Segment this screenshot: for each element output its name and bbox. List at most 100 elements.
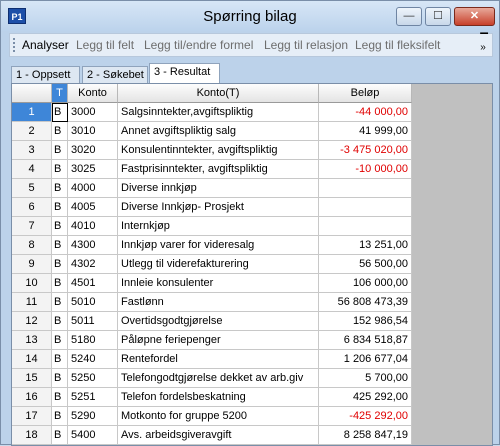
row-number-cell[interactable]: 12 xyxy=(12,312,52,331)
type-cell[interactable]: B xyxy=(52,236,68,255)
konto-cell[interactable]: 5010 xyxy=(68,293,118,312)
amount-cell[interactable]: 56 500,00 xyxy=(319,255,412,274)
amount-cell[interactable]: 41 999,00 xyxy=(319,122,412,141)
amount-cell[interactable] xyxy=(319,198,412,217)
amount-cell[interactable]: -425 292,00 xyxy=(319,407,412,426)
table-row[interactable]: 13 B 5180 Påløpne feriepenger 6 834 518,87 xyxy=(12,331,412,350)
konto-cell[interactable]: 5250 xyxy=(68,369,118,388)
row-number-cell[interactable]: 4 xyxy=(12,160,52,179)
konto-name-cell[interactable]: Innkjøp varer for videresalg xyxy=(118,236,319,255)
table-row[interactable]: 11 B 5010 Fastlønn 56 808 473,39 xyxy=(12,293,412,312)
type-cell[interactable]: B xyxy=(52,179,68,198)
column-header-konto[interactable]: Konto xyxy=(68,84,118,103)
type-cell[interactable]: B xyxy=(52,217,68,236)
konto-name-cell[interactable]: Annet avgiftspliktig salg xyxy=(118,122,319,141)
result-grid[interactable]: T Konto Konto(T) Beløp 1 B 3000 Salgsinntek… xyxy=(11,83,493,446)
konto-cell[interactable]: 4005 xyxy=(68,198,118,217)
amount-cell[interactable] xyxy=(319,217,412,236)
type-cell[interactable]: B xyxy=(52,350,68,369)
konto-cell[interactable]: 5251 xyxy=(68,388,118,407)
konto-cell[interactable]: 3025 xyxy=(68,160,118,179)
konto-name-cell[interactable]: Innleie konsulenter xyxy=(118,274,319,293)
amount-cell[interactable]: 13 251,00 xyxy=(319,236,412,255)
row-number-cell[interactable]: 7 xyxy=(12,217,52,236)
konto-name-cell[interactable]: Motkonto for gruppe 5200 xyxy=(118,407,319,426)
type-cell[interactable]: B xyxy=(52,426,68,445)
column-header-belop[interactable]: Beløp xyxy=(319,84,412,103)
konto-name-cell[interactable]: Diverse innkjøp xyxy=(118,179,319,198)
tab-oppsett[interactable]: 1 - Oppsett xyxy=(11,66,80,84)
add-field-button[interactable]: Legg til felt xyxy=(76,38,134,52)
table-row[interactable]: 16 B 5251 Telefon fordelsbeskatning 425 292,… xyxy=(12,388,412,407)
add-relation-button[interactable]: Legg til relasjon xyxy=(264,38,348,52)
type-cell[interactable]: B xyxy=(52,331,68,350)
konto-cell[interactable]: 3000 xyxy=(68,103,118,122)
konto-name-cell[interactable]: Avs. arbeidsgiveravgift xyxy=(118,426,319,445)
table-row[interactable]: 17 B 5290 Motkonto for gruppe 5200 -425 292,… xyxy=(12,407,412,426)
row-number-cell[interactable]: 16 xyxy=(12,388,52,407)
konto-name-cell[interactable]: Rentefordel xyxy=(118,350,319,369)
konto-name-cell[interactable]: Telefon fordelsbeskatning xyxy=(118,388,319,407)
row-number-cell[interactable]: 18 xyxy=(12,426,52,445)
konto-name-cell[interactable]: Påløpne feriepenger xyxy=(118,331,319,350)
column-header-t[interactable]: T xyxy=(52,84,68,103)
table-row[interactable]: 8 B 4300 Innkjøp varer for videresalg 13 251… xyxy=(12,236,412,255)
amount-cell[interactable]: -10 000,00 xyxy=(319,160,412,179)
row-number-cell[interactable]: 3 xyxy=(12,141,52,160)
type-cell[interactable]: B xyxy=(52,141,68,160)
row-number-cell[interactable]: 2 xyxy=(12,122,52,141)
konto-name-cell[interactable]: Konsulentinntekter, avgiftspliktig xyxy=(118,141,319,160)
konto-name-cell[interactable]: Fastlønn xyxy=(118,293,319,312)
konto-cell[interactable]: 4501 xyxy=(68,274,118,293)
row-number-cell[interactable]: 8 xyxy=(12,236,52,255)
amount-cell[interactable]: 425 292,00 xyxy=(319,388,412,407)
close-button[interactable]: ✕ xyxy=(454,7,495,26)
type-cell[interactable]: B xyxy=(52,388,68,407)
konto-cell[interactable]: 5180 xyxy=(68,331,118,350)
type-cell[interactable]: B xyxy=(52,312,68,331)
row-number-cell[interactable]: 15 xyxy=(12,369,52,388)
minimize-button[interactable]: — xyxy=(396,7,422,26)
konto-cell[interactable]: 3010 xyxy=(68,122,118,141)
konto-cell[interactable]: 5240 xyxy=(68,350,118,369)
konto-name-cell[interactable]: Fastprisinntekter, avgiftspliktig xyxy=(118,160,319,179)
row-number-cell[interactable]: 11 xyxy=(12,293,52,312)
table-row[interactable]: 7 B 4010 Internkjøp xyxy=(12,217,412,236)
amount-cell[interactable]: -3 475 020,00 xyxy=(319,141,412,160)
type-cell[interactable]: B xyxy=(52,122,68,141)
type-cell[interactable]: B xyxy=(52,407,68,426)
title-bar[interactable]: P1 Spørring bilag — ☐ ✕ xyxy=(1,1,499,31)
table-row[interactable]: 18 B 5400 Avs. arbeidsgiveravgift 8 258 847,… xyxy=(12,426,412,445)
konto-name-cell[interactable]: Internkjøp xyxy=(118,217,319,236)
type-cell[interactable]: B xyxy=(52,103,68,122)
konto-name-cell[interactable]: Telefongodtgjørelse dekket av arb.giv xyxy=(118,369,319,388)
table-row[interactable]: 12 B 5011 Overtidsgodtgjørelse 152 986,54 xyxy=(12,312,412,331)
amount-cell[interactable]: 1 206 677,04 xyxy=(319,350,412,369)
row-number-cell[interactable]: 6 xyxy=(12,198,52,217)
konto-cell[interactable]: 4300 xyxy=(68,236,118,255)
amount-cell[interactable]: 106 000,00 xyxy=(319,274,412,293)
konto-cell[interactable]: 3020 xyxy=(68,141,118,160)
table-row[interactable]: 14 B 5240 Rentefordel 1 206 677,04 xyxy=(12,350,412,369)
row-number-cell[interactable]: 9 xyxy=(12,255,52,274)
table-row[interactable]: 2 B 3010 Annet avgiftspliktig salg 41 999,00 xyxy=(12,122,412,141)
table-row[interactable]: 4 B 3025 Fastprisinntekter, avgiftspliktig -… xyxy=(12,160,412,179)
table-row[interactable]: 15 B 5250 Telefongodtgjørelse dekket av arb… xyxy=(12,369,412,388)
type-cell[interactable]: B xyxy=(52,369,68,388)
row-number-cell[interactable]: 13 xyxy=(12,331,52,350)
type-cell[interactable]: B xyxy=(52,198,68,217)
analyser-button[interactable]: Analyser xyxy=(22,38,69,52)
konto-cell[interactable]: 5290 xyxy=(68,407,118,426)
type-cell[interactable]: B xyxy=(52,255,68,274)
konto-name-cell[interactable]: Overtidsgodtgjørelse xyxy=(118,312,319,331)
maximize-button[interactable]: ☐ xyxy=(425,7,451,26)
table-row[interactable]: 3 B 3020 Konsulentinntekter, avgiftspliktig… xyxy=(12,141,412,160)
amount-cell[interactable]: 56 808 473,39 xyxy=(319,293,412,312)
table-row[interactable]: 1 B 3000 Salgsinntekter,avgiftspliktig -44 0… xyxy=(12,103,412,122)
add-flexfield-button[interactable]: Legg til fleksifelt xyxy=(355,38,440,52)
table-row[interactable]: 9 B 4302 Utlegg til viderefakturering 56 500… xyxy=(12,255,412,274)
konto-cell[interactable]: 4010 xyxy=(68,217,118,236)
konto-name-cell[interactable]: Utlegg til viderefakturering xyxy=(118,255,319,274)
column-header-kontot[interactable]: Konto(T) xyxy=(118,84,319,103)
konto-cell[interactable]: 4302 xyxy=(68,255,118,274)
